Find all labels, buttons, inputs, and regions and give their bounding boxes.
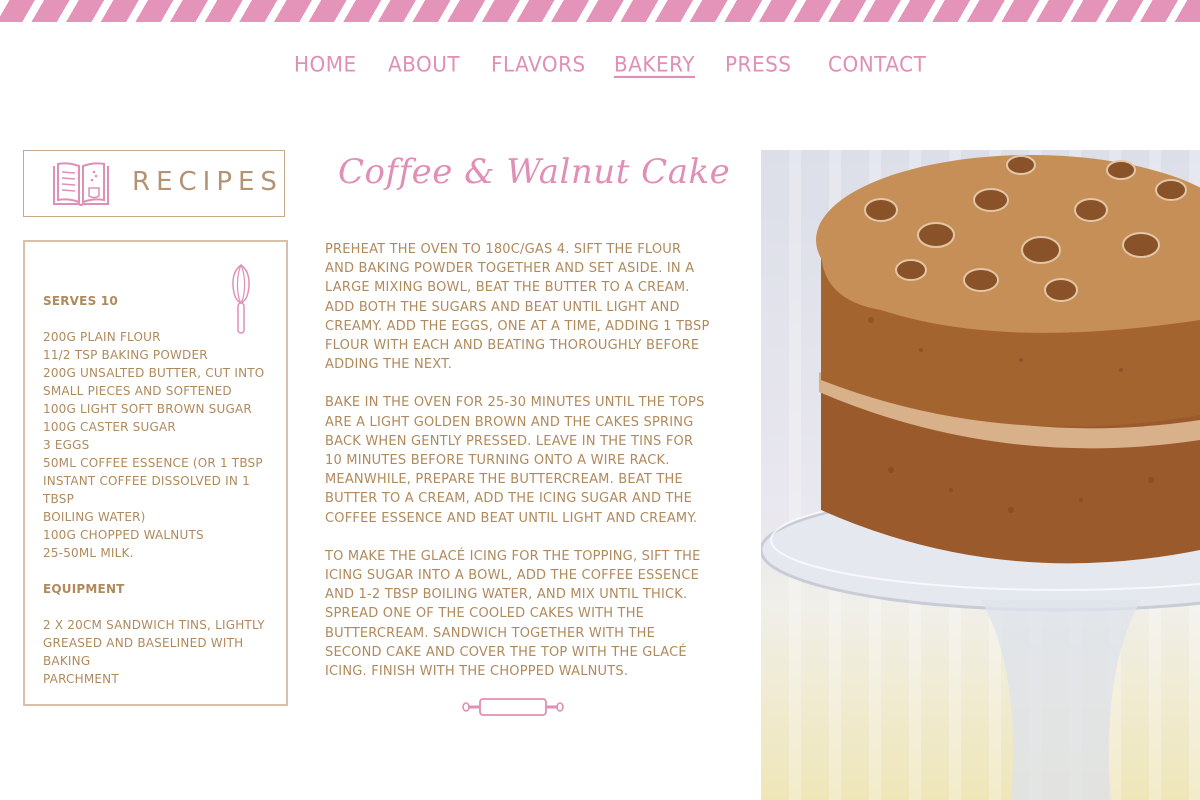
ingredient-line: 3 EGGS xyxy=(43,438,90,452)
method-paragraph: TO MAKE THE GLACÉ ICING FOR THE TOPPING,… xyxy=(325,548,701,680)
main-nav: HOME ABOUT FLAVORS BAKERY PRESS CONTACT xyxy=(0,51,1200,82)
ingredients-panel: SERVES 10 200G PLAIN FLOUR 11/2 TSP BAKI… xyxy=(23,240,288,706)
equipment-line: 2 X 20CM SANDWICH TINS, LIGHTLY xyxy=(43,618,265,632)
rolling-pin-icon xyxy=(462,695,564,724)
equipment-heading: EQUIPMENT xyxy=(43,582,125,596)
nav-bakery[interactable]: BAKERY xyxy=(614,51,695,77)
recipes-title: RECIPES xyxy=(132,167,283,197)
nav-flavors[interactable]: FLAVORS xyxy=(491,51,586,77)
ingredient-line: 100G CASTER SUGAR xyxy=(43,420,176,434)
top-stripe-border xyxy=(0,0,1200,22)
ingredient-line: 25-50ML MILK. xyxy=(43,546,134,560)
ingredient-line: 200G UNSALTED BUTTER, CUT INTO xyxy=(43,366,265,380)
method-paragraph: BAKE IN THE OVEN FOR 25-30 MINUTES UNTIL… xyxy=(325,395,705,526)
ingredient-line: SMALL PIECES AND SOFTENED xyxy=(43,384,232,398)
serves-heading: SERVES 10 xyxy=(43,294,118,308)
nav-contact[interactable]: CONTACT xyxy=(828,51,926,77)
cake-photo xyxy=(761,150,1200,800)
ingredient-line: BOILING WATER) xyxy=(43,510,146,524)
ingredient-line: 100G CHOPPED WALNUTS xyxy=(43,528,204,542)
ingredient-line: 100G LIGHT SOFT BROWN SUGAR xyxy=(43,402,252,416)
ingredient-line: 50ML COFFEE ESSENCE (OR 1 TBSP xyxy=(43,456,263,470)
method-paragraph: PREHEAT THE OVEN TO 180C/GAS 4. SIFT THE… xyxy=(325,242,710,373)
recipe-title: Coffee & Walnut Cake xyxy=(338,152,731,192)
recipes-header-box: RECIPES xyxy=(23,150,285,217)
equipment-line: GREASED AND BASELINED WITH BAKING xyxy=(43,636,244,668)
ingredient-line: 11/2 TSP BAKING POWDER xyxy=(43,348,208,362)
book-icon xyxy=(52,160,110,213)
ingredient-line: 200G PLAIN FLOUR xyxy=(43,330,161,344)
ingredient-line: INSTANT COFFEE DISSOLVED IN 1 TBSP xyxy=(43,474,250,506)
nav-about[interactable]: ABOUT xyxy=(388,51,460,77)
nav-home[interactable]: HOME xyxy=(294,51,357,77)
nav-press[interactable]: PRESS xyxy=(725,51,791,77)
method-text: PREHEAT THE OVEN TO 180C/GAS 4. SIFT THE… xyxy=(325,240,711,700)
equipment-line: PARCHMENT xyxy=(43,672,119,686)
ingredients-content: SERVES 10 200G PLAIN FLOUR 11/2 TSP BAKI… xyxy=(43,292,273,688)
